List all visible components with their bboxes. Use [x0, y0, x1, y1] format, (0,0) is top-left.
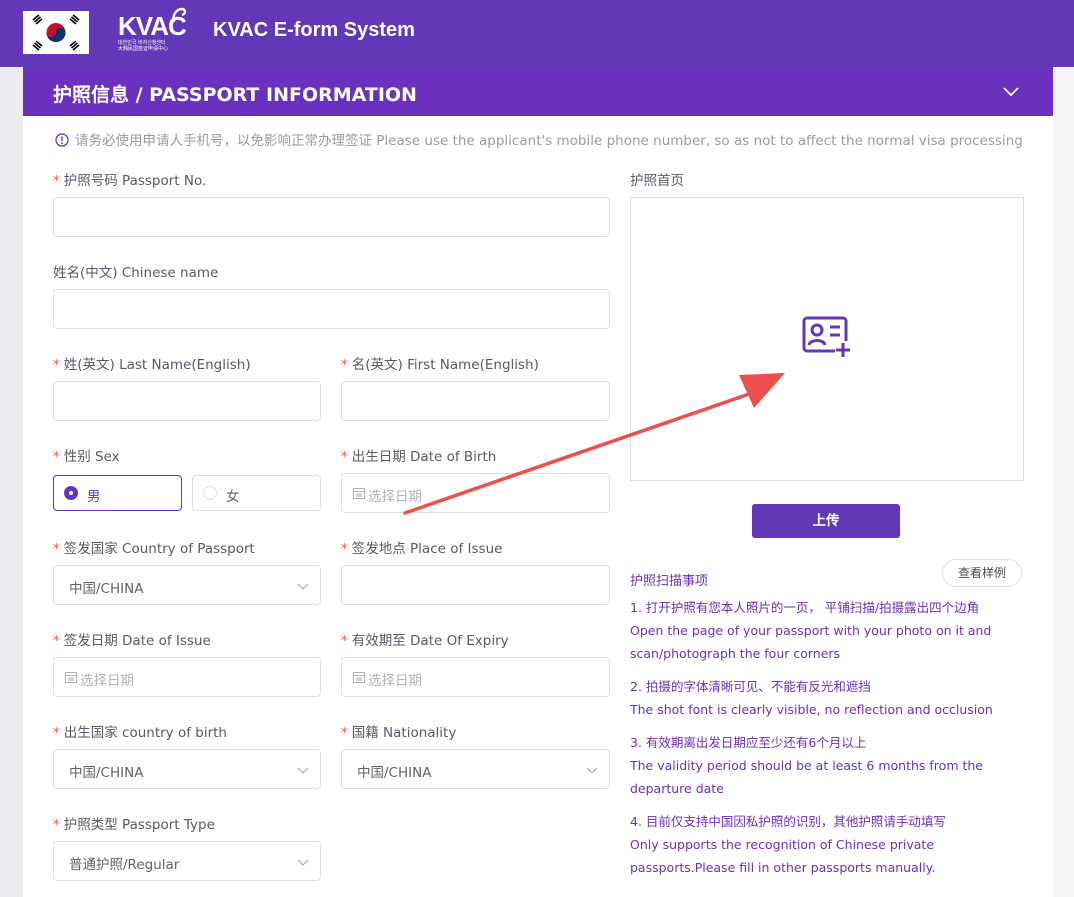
place-of-issue-label: * 签发地点 Place of Issue	[341, 541, 503, 557]
scan-tip-4: 4. 目前仅支持中国因私护照的识别，其他护照请手动填写 Only support…	[630, 810, 1024, 879]
passport-no-input[interactable]	[53, 197, 610, 237]
country-of-birth-select[interactable]: 中国/CHINA	[53, 749, 321, 789]
date-of-expiry-picker[interactable]: 选择日期	[341, 657, 610, 697]
scan-tip-1: 1. 打开护照有您本人照片的一页， 平铺扫描/拍摄露出四个边角 Open the…	[630, 596, 1024, 665]
date-of-expiry-label: * 有效期至 Date Of Expiry	[341, 633, 509, 649]
notice-banner: 请务必使用申请人手机号，以免影响正常办理签证 Please use the ap…	[55, 129, 1023, 149]
passport-photo-upload-area[interactable]	[630, 197, 1024, 481]
nationality-select[interactable]: 中国/CHINA	[341, 749, 610, 789]
scan-tip-zh: 3. 有效期离出发日期应至少还有6个月以上	[630, 735, 867, 750]
scan-tip-zh: 4. 目前仅支持中国因私护照的识别，其他护照请手动填写	[630, 814, 946, 829]
passport-photo-label: 护照首页	[630, 173, 684, 189]
last-name-input[interactable]	[53, 381, 321, 421]
chevron-down-icon	[586, 767, 598, 774]
calendar-icon	[65, 672, 77, 683]
id-card-add-icon	[802, 316, 851, 357]
passport-type-label: * 护照类型 Passport Type	[53, 817, 215, 833]
radio-unchecked-icon	[203, 486, 217, 500]
scan-tip-en: Only supports the recognition of Chinese…	[630, 837, 936, 875]
dob-date-picker[interactable]: 选择日期	[341, 473, 610, 513]
first-name-label: * 名(英文) First Name(English)	[341, 357, 539, 373]
calendar-icon	[353, 672, 365, 683]
scan-tip-zh: 2. 拍摄的字体清晰可见、不能有反光和遮挡	[630, 679, 871, 694]
sex-label: * 性别 Sex	[53, 449, 120, 465]
korea-flag-logo	[23, 11, 89, 54]
country-of-birth-label: * 出生国家 country of birth	[53, 725, 227, 741]
passport-no-label: * 护照号码 Passport No.	[53, 173, 207, 189]
scan-tip-en: The shot font is clearly visible, no ref…	[630, 702, 993, 717]
chevron-down-icon[interactable]	[1001, 81, 1021, 101]
scan-tip-zh: 1. 打开护照有您本人照片的一页， 平铺扫描/拍摄露出四个边角	[630, 600, 980, 615]
scan-tip-3: 3. 有效期离出发日期应至少还有6个月以上 The validity perio…	[630, 731, 1024, 800]
passport-form-panel: 护照信息 / PASSPORT INFORMATION 请务必使用申请人手机号，…	[23, 67, 1053, 897]
calendar-icon	[353, 488, 365, 499]
scan-tip-en: Open the page of your passport with your…	[630, 623, 992, 661]
chevron-down-icon	[297, 583, 309, 590]
upload-button[interactable]: 上传	[752, 504, 900, 538]
chinese-name-label: 姓名(中文) Chinese name	[53, 265, 219, 281]
kvac-logo-subtitle-zh: 大韩民国签证申请中心	[118, 46, 169, 52]
kvac-logo: KVAC 대한민국 비자신청센터 大韩民国签证申请中心	[118, 7, 190, 54]
sex-radio-male[interactable]: 男	[53, 475, 182, 511]
notice-text: 请务必使用申请人手机号，以免影响正常办理签证 Please use the ap…	[75, 133, 1023, 149]
scan-tip-2: 2. 拍摄的字体清晰可见、不能有反光和遮挡 The shot font is c…	[630, 675, 1024, 721]
info-circle-icon	[55, 133, 69, 147]
sex-radio-female[interactable]: 女	[192, 475, 321, 511]
last-name-label: * 姓(英文) Last Name(English)	[53, 357, 251, 373]
section-title: 护照信息 / PASSPORT INFORMATION	[53, 84, 417, 106]
chinese-name-input[interactable]	[53, 289, 610, 329]
passport-type-select[interactable]: 普通护照/Regular	[53, 841, 321, 881]
page-edge	[1053, 67, 1074, 897]
dob-label: * 出生日期 Date of Birth	[341, 449, 497, 465]
top-bar: KVAC 대한민국 비자신청센터 大韩民国签证申请中心 KVAC E-form …	[0, 0, 1074, 67]
chevron-down-icon	[297, 767, 309, 774]
date-of-issue-label: * 签发日期 Date of Issue	[53, 633, 211, 649]
country-of-passport-label: * 签发国家 Country of Passport	[53, 541, 255, 557]
scan-tip-en: The validity period should be at least 6…	[630, 758, 983, 796]
first-name-input[interactable]	[341, 381, 610, 421]
radio-checked-icon	[64, 486, 78, 500]
nationality-label: * 国籍 Nationality	[341, 725, 457, 741]
date-of-issue-picker[interactable]: 选择日期	[53, 657, 321, 697]
chevron-down-icon	[297, 859, 309, 866]
swirl-icon	[172, 7, 187, 23]
section-header[interactable]: 护照信息 / PASSPORT INFORMATION	[23, 67, 1053, 116]
view-sample-button[interactable]: 查看样例	[942, 559, 1022, 587]
app-title: KVAC E-form System	[213, 19, 415, 41]
scan-instructions-title: 护照扫描事项	[630, 574, 709, 589]
place-of-issue-input[interactable]	[341, 565, 610, 605]
country-of-passport-select[interactable]: 中国/CHINA	[53, 565, 321, 605]
